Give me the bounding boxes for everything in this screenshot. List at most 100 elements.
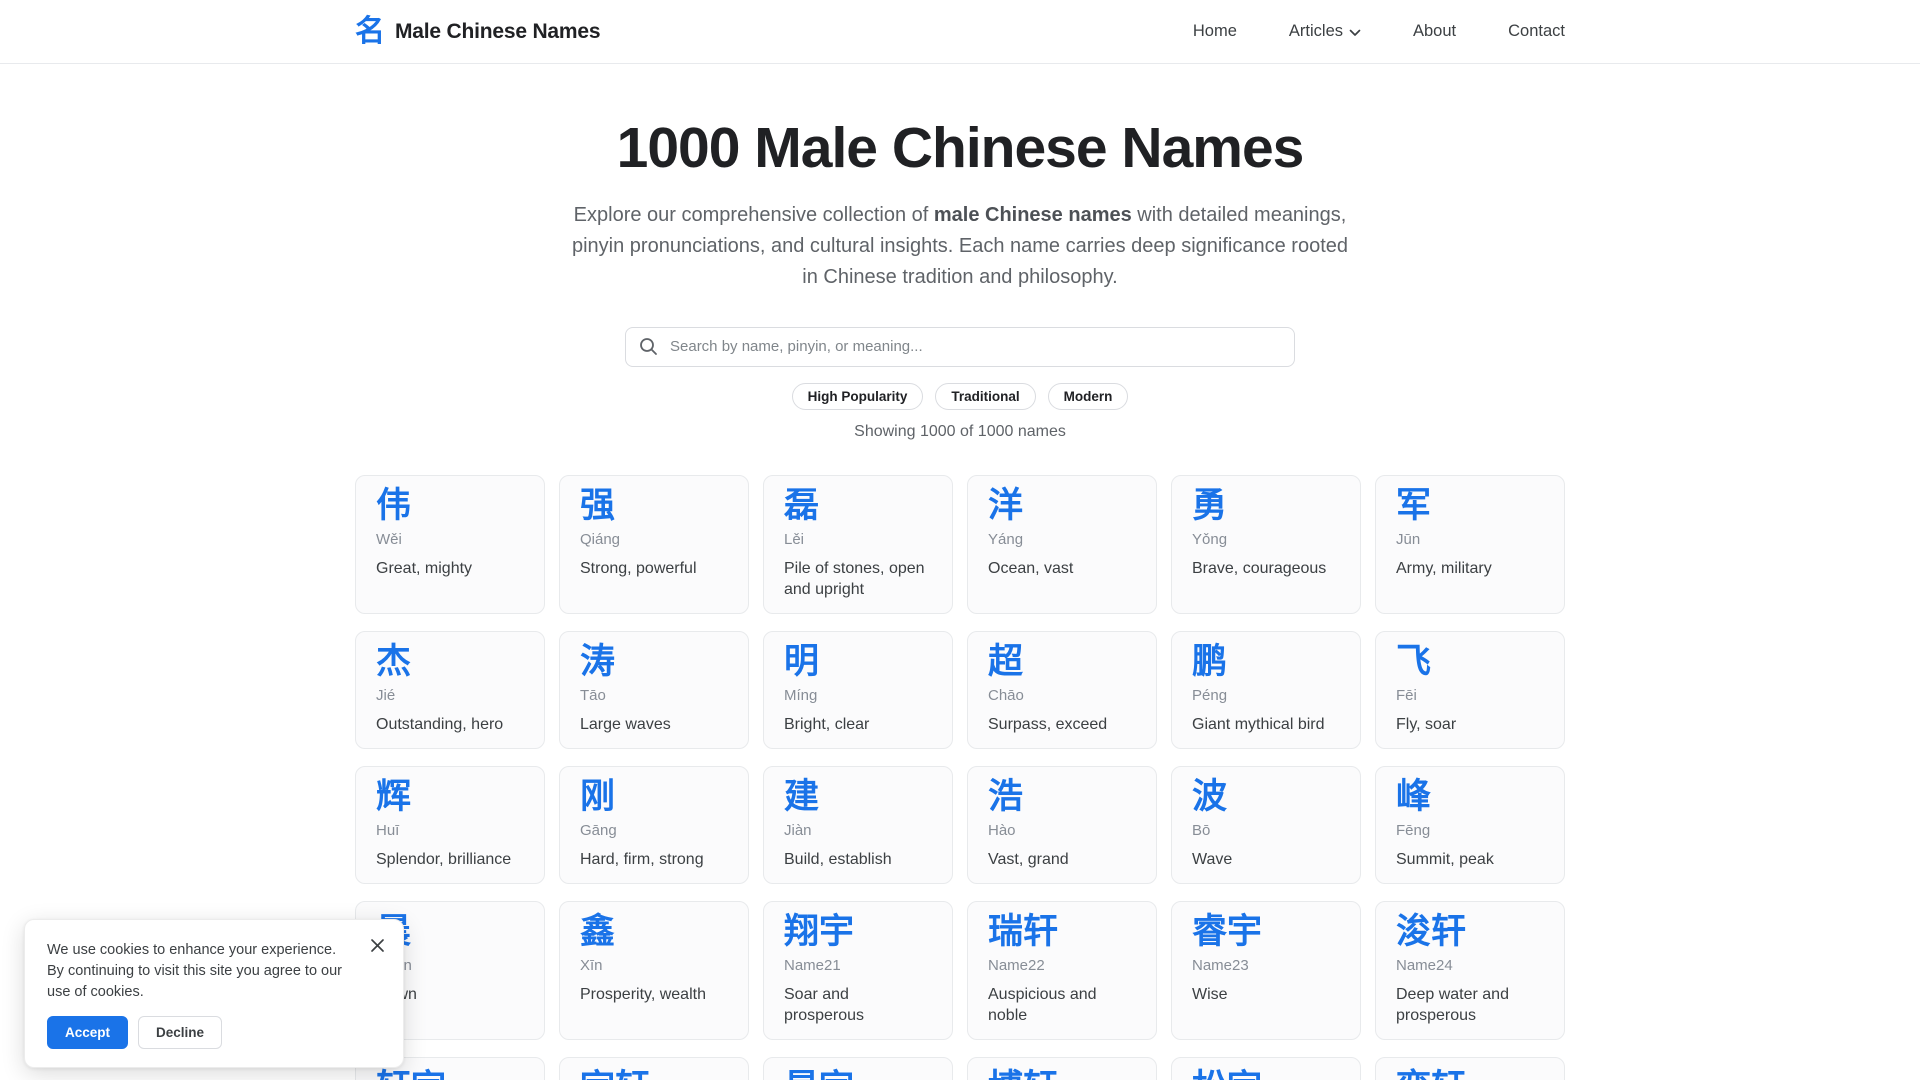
- name-pinyin: Chāo: [988, 686, 1024, 704]
- name-card[interactable]: 辉 Huī Splendor, brilliance: [355, 765, 545, 884]
- name-meaning: Bright, clear: [784, 715, 870, 733]
- name-card[interactable]: 鑫 Xīn Prosperity, wealth: [559, 900, 749, 1040]
- accept-button[interactable]: Accept: [47, 1016, 129, 1049]
- name-character: 明: [784, 641, 820, 681]
- name-card[interactable]: 昊宇: [763, 1056, 953, 1080]
- filter-buttons: High Popularity Traditional Modern: [0, 382, 1920, 410]
- name-character: 涛: [580, 641, 616, 681]
- name-character: 军: [1396, 485, 1432, 525]
- name-card[interactable]: 刚 Gāng Hard, firm, strong: [559, 765, 749, 884]
- name-character: 睿宇: [1192, 911, 1263, 951]
- name-card[interactable]: 博轩: [967, 1056, 1157, 1080]
- name-meaning: Outstanding, hero: [376, 715, 504, 733]
- name-card[interactable]: 建 Jiàn Build, establish: [763, 765, 953, 884]
- name-card[interactable]: 松宇: [1171, 1056, 1361, 1080]
- name-card[interactable]: 翔宇 Name21 Soar and prosperous: [763, 900, 953, 1040]
- name-character: 轩宇: [376, 1068, 524, 1080]
- name-character: 峰: [1396, 776, 1432, 816]
- chevron-down-icon: [1349, 29, 1361, 36]
- name-card[interactable]: 波 Bō Wave: [1171, 765, 1361, 884]
- site-title: Male Chinese Names: [395, 19, 601, 43]
- name-card[interactable]: 峰 Fēng Summit, peak: [1375, 765, 1565, 884]
- name-card[interactable]: 勇 Yǒng Brave, courageous: [1171, 474, 1361, 614]
- site-header: 名 Male Chinese Names Home Articles About Co…: [0, 0, 1920, 64]
- name-pinyin: Yǒng: [1192, 530, 1228, 548]
- name-character: 鑫: [580, 911, 616, 951]
- name-card[interactable]: 飞 Fēi Fly, soar: [1375, 630, 1565, 749]
- name-card[interactable]: 超 Chāo Surpass, exceed: [967, 630, 1157, 749]
- search-icon: [640, 337, 657, 355]
- name-meaning: Splendor, brilliance: [376, 850, 512, 868]
- nav-item-contact[interactable]: Contact: [1508, 22, 1565, 41]
- name-meaning: Pile of stones, open and upright: [784, 559, 925, 598]
- nav-item-home[interactable]: Home: [1193, 22, 1237, 41]
- name-card[interactable]: 涛 Tāo Large waves: [559, 630, 749, 749]
- name-meaning: Build, establish: [784, 850, 892, 868]
- name-meaning: Strong, powerful: [580, 559, 697, 577]
- name-character: 松宇: [1192, 1068, 1340, 1080]
- name-character: 瑞轩: [988, 911, 1059, 951]
- name-pinyin: Gāng: [580, 821, 617, 839]
- name-meaning: Soar and prosperous: [784, 985, 865, 1024]
- name-pinyin: Xīn: [580, 956, 603, 974]
- name-pinyin: Name23: [1192, 956, 1249, 974]
- description-text: Explore our comprehensive collection of: [573, 203, 934, 226]
- name-card[interactable]: 明 Míng Bright, clear: [763, 630, 953, 749]
- site-logo[interactable]: 名 Male Chinese Names: [355, 14, 601, 48]
- name-pinyin: Wěi: [376, 530, 402, 548]
- name-pinyin: Fēng: [1396, 821, 1431, 839]
- name-pinyin: Name21: [784, 956, 841, 974]
- nav-item-articles[interactable]: Articles: [1289, 22, 1361, 41]
- name-card[interactable]: 杰 Jié Outstanding, hero: [355, 630, 545, 749]
- name-character: 建: [784, 776, 820, 816]
- name-card[interactable]: 磊 Lěi Pile of stones, open and upright: [763, 474, 953, 614]
- name-character: 勇: [1192, 485, 1228, 525]
- filter-high-popularity[interactable]: High Popularity: [791, 382, 924, 410]
- name-card[interactable]: 伟 Wěi Great, mighty: [355, 474, 545, 614]
- name-meaning: Summit, peak: [1396, 850, 1494, 868]
- name-pinyin: Lěi: [784, 530, 805, 548]
- name-pinyin: Hào: [988, 821, 1016, 839]
- nav-item-about[interactable]: About: [1413, 22, 1456, 41]
- name-card[interactable]: 瑞轩 Name22 Auspicious and noble: [967, 900, 1157, 1040]
- name-card[interactable]: 军 Jūn Army, military: [1375, 474, 1565, 614]
- name-card[interactable]: 鹏 Péng Giant mythical bird: [1171, 630, 1361, 749]
- name-card[interactable]: 宇轩: [559, 1056, 749, 1080]
- search-input[interactable]: [625, 326, 1295, 367]
- filter-modern[interactable]: Modern: [1047, 382, 1129, 410]
- name-pinyin: Name24: [1396, 956, 1453, 974]
- name-card[interactable]: 强 Qiáng Strong, powerful: [559, 474, 749, 614]
- name-character: 伟: [376, 485, 412, 525]
- page-description: Explore our comprehensive collection of …: [565, 200, 1355, 293]
- nav-item-label: Articles: [1288, 22, 1343, 40]
- name-pinyin: Qiáng: [580, 530, 621, 548]
- name-card[interactable]: 洋 Yáng Ocean, vast: [967, 474, 1157, 614]
- name-meaning: Ocean, vast: [988, 559, 1074, 577]
- close-icon[interactable]: [368, 936, 387, 955]
- name-character: 浚轩: [1396, 911, 1467, 951]
- name-character: 磊: [784, 485, 820, 525]
- name-pinyin: Bō: [1192, 821, 1211, 839]
- main-nav: Home Articles About Contact: [1193, 22, 1565, 41]
- name-character: 飞: [1396, 641, 1432, 681]
- name-pinyin: Jiàn: [784, 821, 812, 839]
- search-box: [625, 326, 1295, 367]
- name-character: 鹏: [1192, 641, 1228, 681]
- name-pinyin: Tāo: [580, 686, 606, 704]
- name-card[interactable]: 奕轩: [1375, 1056, 1565, 1080]
- filter-traditional[interactable]: Traditional: [935, 382, 1036, 410]
- decline-button[interactable]: Decline: [138, 1016, 223, 1049]
- name-card[interactable]: 浩 Hào Vast, grand: [967, 765, 1157, 884]
- description-bold-text: male Chinese names: [933, 203, 1132, 226]
- name-meaning: Army, military: [1396, 559, 1492, 577]
- name-card[interactable]: 睿宇 Name23 Wise: [1171, 900, 1361, 1040]
- name-character: 浩: [988, 776, 1024, 816]
- name-pinyin: Péng: [1192, 686, 1228, 704]
- name-card[interactable]: 浚轩 Name24 Deep water and prosperous: [1375, 900, 1565, 1040]
- name-meaning: Prosperity, wealth: [580, 985, 706, 1003]
- name-character: 超: [988, 641, 1024, 681]
- name-character: 博轩: [988, 1068, 1136, 1080]
- logo-name-character-icon: 名: [355, 14, 385, 48]
- name-character: 奕轩: [1396, 1068, 1544, 1080]
- name-meaning: Wise: [1192, 985, 1228, 1003]
